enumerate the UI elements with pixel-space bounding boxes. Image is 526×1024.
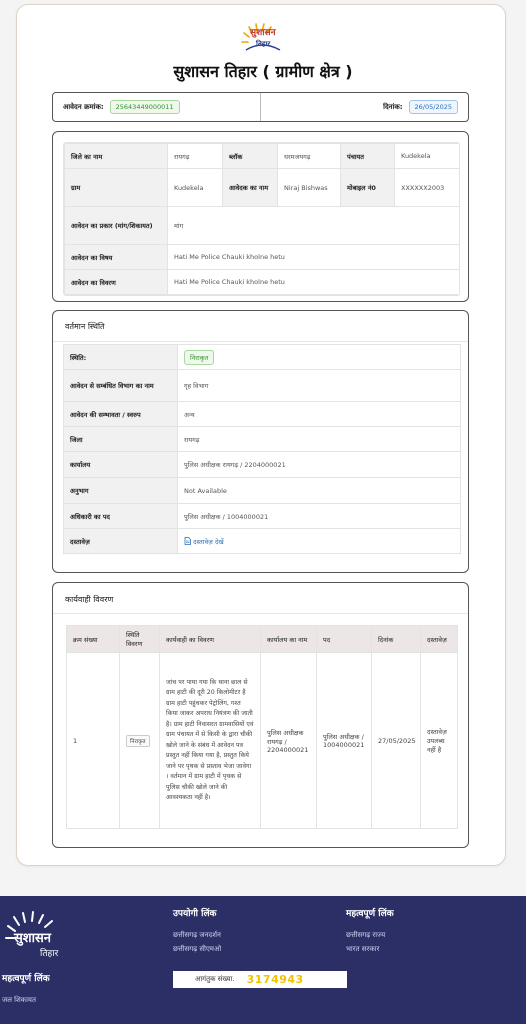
important-links-title: महत्वपूर्ण लिंक bbox=[346, 909, 394, 919]
status-badge: निराकृत bbox=[184, 349, 215, 365]
row-date: 27/05/2025 bbox=[371, 652, 421, 829]
district-value: रायगढ़ bbox=[167, 143, 223, 169]
footer-link-jal-shikayat[interactable]: जल शिकायत bbox=[2, 996, 36, 1005]
footer-logo-subtext: तिहार bbox=[40, 949, 59, 959]
table-row: आवेदन की सम्भावता / स्वरुप अन्य bbox=[63, 401, 461, 427]
date-label: दिनांक: bbox=[383, 102, 403, 111]
useful-link-cmo[interactable]: छत्तीसगढ़ सीएमओ bbox=[173, 945, 221, 954]
logo-subtext: तिहार bbox=[256, 40, 271, 48]
table-row: आवेदन का विवरण Hati Me Police Chauki kho… bbox=[64, 269, 459, 295]
table-row: जिला रायगढ़ bbox=[63, 426, 461, 452]
district-label: जिले का नाम bbox=[64, 143, 168, 169]
logo-text: सुशासन bbox=[250, 28, 276, 38]
table-row: जिले का नाम रायगढ़ ब्लॉक धरमजयगढ़ पंचायत… bbox=[64, 143, 459, 169]
village-label: ग्राम bbox=[64, 168, 168, 207]
table-row: ग्राम Kudekela आवेदक का नाम Niraj Bishwa… bbox=[64, 168, 459, 207]
row-post: पुलिस अधीक्षक / 1004000021 bbox=[316, 652, 372, 829]
dept-value: गृह विभाग bbox=[177, 369, 461, 402]
footer-logo-text: सुशासन bbox=[14, 931, 51, 946]
date-badge: 26/05/2025 bbox=[408, 100, 458, 114]
column-header: स्थिति विवरण bbox=[119, 625, 160, 653]
subject-value: Hati Me Police Chauki kholne hetu bbox=[167, 244, 459, 270]
document-label: दस्तावेज़ bbox=[63, 528, 178, 554]
application-number: आवेदन क्रमांक: 25643449000011 bbox=[53, 93, 260, 121]
status-district-value: रायगढ़ bbox=[177, 426, 461, 452]
view-document-label: दस्तावेज़ देखें bbox=[193, 537, 224, 546]
applicant-details-card: जिले का नाम रायगढ़ ब्लॉक धरमजयगढ़ पंचायत… bbox=[52, 131, 469, 302]
table-header-row: क्रम संख्या स्थिति विवरण कार्यवाही का वि… bbox=[66, 625, 458, 653]
subdivision-value: Not Available bbox=[177, 477, 461, 504]
action-details-title: कार्यवाही विवरण bbox=[65, 595, 114, 604]
block-label: ब्लॉक bbox=[222, 143, 278, 169]
officer-value: पुलिस अधीक्षक / 1004000021 bbox=[177, 503, 461, 529]
column-header: कार्यालय का नाम bbox=[260, 625, 317, 653]
subject-label: आवेदन का विषय bbox=[64, 244, 168, 270]
app-no-badge: 25643449000011 bbox=[109, 100, 180, 114]
block-value: धरमजयगढ़ bbox=[277, 143, 341, 169]
current-status-card: वर्तमान स्थिति स्थिति: निराकृत आवेदन से … bbox=[52, 310, 469, 573]
table-row: आवेदन का विषय Hati Me Police Chauki khol… bbox=[64, 244, 459, 270]
document-icon bbox=[184, 536, 191, 545]
officer-label: अधिकारी का पद bbox=[63, 503, 178, 529]
table-row: 1 निराकृत जांच पर पाया गया कि थाना छाल स… bbox=[66, 652, 458, 829]
panchayat-label: पंचायत bbox=[340, 143, 395, 169]
applicant-details-table: जिले का नाम रायगढ़ ब्लॉक धरमजयगढ़ पंचायत… bbox=[64, 143, 459, 295]
office-label: कार्यालय bbox=[63, 451, 178, 478]
sushasan-logo: सुशासन तिहार bbox=[236, 22, 288, 58]
application-date: दिनांक: 26/05/2025 bbox=[260, 93, 468, 121]
nature-label: आवेदन की सम्भावता / स्वरुप bbox=[63, 401, 178, 427]
action-details-card: कार्यवाही विवरण क्रम संख्या स्थिति विवरण… bbox=[52, 582, 469, 848]
useful-links-title: उपयोगी लिंक bbox=[173, 909, 217, 919]
app-no-label: आवेदन क्रमांक: bbox=[63, 102, 104, 111]
table-row: आवेदन से सम्बंधित विभाग का नाम गृह विभाग bbox=[63, 369, 461, 402]
table-row: दस्तावेज़ दस्तावेज़ देखें bbox=[63, 528, 461, 554]
table-row: अनुभाग Not Available bbox=[63, 477, 461, 504]
detail-value: Hati Me Police Chauki kholne hetu bbox=[167, 269, 459, 295]
type-value: मांग bbox=[167, 206, 459, 245]
application-bar: आवेदन क्रमांक: 25643449000011 दिनांक: 26… bbox=[52, 92, 469, 122]
current-status-table: स्थिति: निराकृत आवेदन से सम्बंधित विभाग … bbox=[63, 344, 461, 554]
row-office: पुलिस अधीक्षक रायगढ़ / 2204000021 bbox=[260, 652, 317, 829]
serial-number: 1 bbox=[66, 652, 120, 829]
subdivision-label: अनुभाग bbox=[63, 477, 178, 504]
column-header: दस्तावेज़ bbox=[420, 625, 458, 653]
footer-logo: सुशासन तिहार bbox=[4, 908, 84, 964]
current-status-title: वर्तमान स्थिति bbox=[65, 322, 105, 331]
type-label: आवेदन का प्रकार (मांग/शिकायत) bbox=[64, 206, 168, 245]
status-label: स्थिति: bbox=[63, 344, 178, 370]
view-document-link[interactable]: दस्तावेज़ देखें bbox=[184, 536, 224, 546]
village-value: Kudekela bbox=[167, 168, 223, 207]
column-header: कार्यवाही का विवरण bbox=[159, 625, 261, 653]
applicant-name-value: Niraj Bishwas bbox=[277, 168, 341, 207]
action-details-table: क्रम संख्या स्थिति विवरण कार्यवाही का वि… bbox=[66, 625, 458, 829]
table-row: कार्यालय पुलिस अधीक्षक रायगढ़ / 22040000… bbox=[63, 451, 461, 478]
important-link-cg-state[interactable]: छत्तीसगढ़ राज्य bbox=[346, 931, 385, 940]
important-link-india-gov[interactable]: भारत सरकार bbox=[346, 945, 379, 954]
site-footer: सुशासन तिहार उपयोगी लिंक छत्तीसगढ़ जनदर्… bbox=[0, 896, 526, 1024]
visitor-label: आगंतुक संख्या. bbox=[195, 975, 235, 983]
table-row: स्थिति: निराकृत bbox=[63, 344, 461, 370]
row-status-badge: निराकृत bbox=[126, 734, 150, 747]
visitor-counter: आगंतुक संख्या. 3174943 bbox=[173, 971, 347, 988]
detail-label: आवेदन का विवरण bbox=[64, 269, 168, 295]
status-district-label: जिला bbox=[63, 426, 178, 452]
nature-value: अन्य bbox=[177, 401, 461, 427]
table-row: अधिकारी का पद पुलिस अधीक्षक / 1004000021 bbox=[63, 503, 461, 529]
applicant-name-label: आवेदक का नाम bbox=[222, 168, 278, 207]
column-header: पद bbox=[316, 625, 372, 653]
office-value: पुलिस अधीक्षक रायगढ़ / 2204000021 bbox=[177, 451, 461, 478]
mobile-value: XXXXXX2003 bbox=[394, 168, 459, 207]
column-header: दिनांक bbox=[371, 625, 421, 653]
useful-link-jandarshan[interactable]: छत्तीसगढ़ जनदर्शन bbox=[173, 931, 221, 940]
action-description: जांच पर पाया गया कि थाना छाल से ग्राम हा… bbox=[159, 652, 261, 829]
page-title: सुशासन तिहार ( ग्रामीण क्षेत्र ) bbox=[173, 62, 353, 81]
column-header: क्रम संख्या bbox=[66, 625, 120, 653]
mobile-label: मोबाइल नं0 bbox=[340, 168, 395, 207]
visitor-count: 3174943 bbox=[246, 973, 304, 986]
row-document: दस्तावेज़ उपलब्ध नहीं है bbox=[420, 652, 458, 829]
table-row: आवेदन का प्रकार (मांग/शिकायत) मांग bbox=[64, 206, 459, 245]
dept-label: आवेदन से सम्बंधित विभाग का नाम bbox=[63, 369, 178, 402]
panchayat-value: Kudekela bbox=[394, 143, 459, 169]
footer-left-heading: महत्वपूर्ण लिंक bbox=[2, 974, 50, 984]
